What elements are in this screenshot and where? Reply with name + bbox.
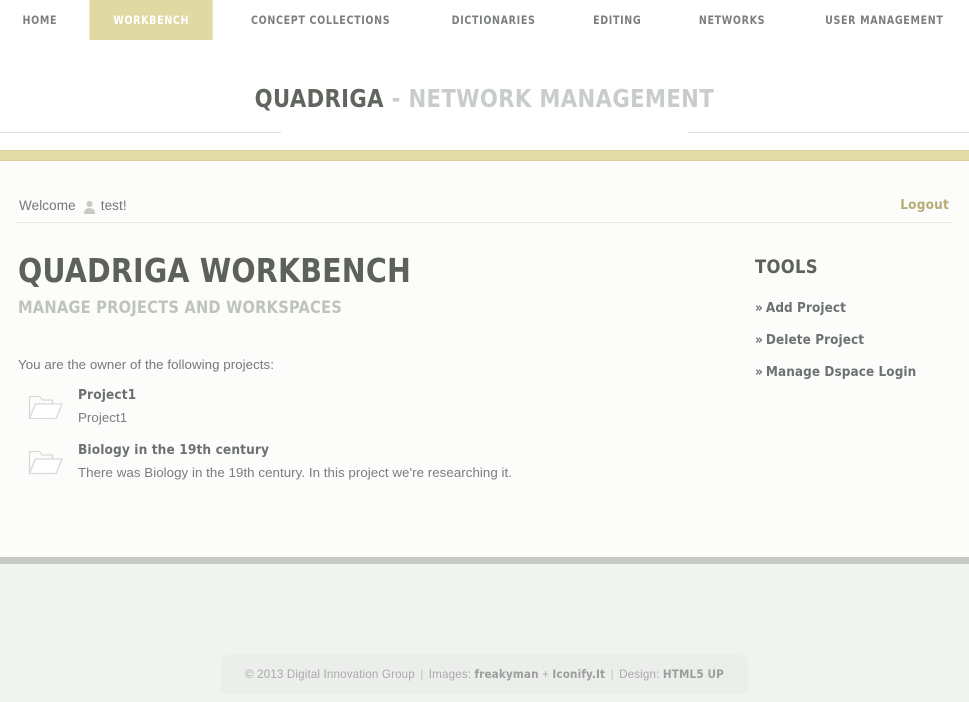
- tool-label: Add Project: [766, 301, 846, 316]
- owner-projects-label: You are the owner of the following proje…: [18, 357, 717, 372]
- page-subtitle: MANAGE PROJECTS AND WORKSPACES: [18, 298, 689, 318]
- list-item[interactable]: Project1 Project1: [18, 386, 717, 425]
- folder-icon: [27, 390, 65, 422]
- content-columns: QUADRIGA WORKBENCH MANAGE PROJECTS AND W…: [17, 223, 953, 496]
- footer-copyright: © 2013 Digital Innovation Group: [245, 668, 415, 681]
- footer-credits: © 2013 Digital Innovation Group | Images…: [221, 655, 748, 694]
- header-rule-left: [0, 132, 281, 133]
- chevron-right-icon: »: [755, 301, 763, 316]
- accent-bar: [0, 150, 969, 161]
- footer-credit-plus: +: [542, 668, 549, 681]
- nav-item-label: USER MANAGEMENT: [825, 13, 943, 27]
- tools-heading: TOOLS: [755, 256, 945, 278]
- site-title-secondary: - NETWORK MANAGEMENT: [392, 84, 714, 113]
- nav-item-label: WORKBENCH: [114, 13, 190, 27]
- delete-project-link[interactable]: »Delete Project: [755, 333, 864, 348]
- footer-design-label: Design:: [619, 668, 659, 681]
- nav-item-label: HOME: [22, 13, 57, 27]
- chevron-right-icon: »: [755, 333, 763, 348]
- main-column: QUADRIGA WORKBENCH MANAGE PROJECTS AND W…: [17, 254, 717, 496]
- footer-credit-html5up[interactable]: HTML5 UP: [663, 667, 724, 681]
- welcome-label: Welcome: [19, 198, 76, 213]
- header-rule-right: [688, 132, 969, 133]
- project-description: There was Biology in the 19th century. I…: [78, 465, 512, 480]
- project-text: Project1 Project1: [78, 386, 136, 425]
- primary-navigation: HOME WORKBENCH CONCEPT COLLECTIONS DICTI…: [0, 0, 969, 40]
- footer-credit-freakyman[interactable]: freakyman: [474, 667, 538, 681]
- list-item[interactable]: Biology in the 19th century There was Bi…: [18, 441, 717, 480]
- add-project-link[interactable]: »Add Project: [755, 301, 846, 316]
- project-name-link[interactable]: Project1: [78, 387, 136, 403]
- page-body: Welcome test! Logout QUADRIGA WORKBENCH …: [0, 161, 969, 557]
- tool-label: Delete Project: [766, 333, 864, 348]
- project-name-link[interactable]: Biology in the 19th century: [78, 442, 512, 458]
- tools-sidebar: TOOLS »Add Project »Delete Project »Mana…: [717, 254, 953, 496]
- manage-dspace-login-link[interactable]: »Manage Dspace Login: [755, 365, 916, 380]
- welcome-message: Welcome test!: [19, 198, 127, 213]
- tools-list-item: »Delete Project: [755, 331, 953, 349]
- folder-icon: [27, 445, 65, 477]
- nav-item-home[interactable]: HOME: [0, 0, 81, 40]
- site-header: QUADRIGA - NETWORK MANAGEMENT: [0, 40, 969, 150]
- project-text: Biology in the 19th century There was Bi…: [78, 441, 512, 480]
- welcome-bar: Welcome test! Logout: [17, 161, 953, 223]
- content-wrapper: Welcome test! Logout QUADRIGA WORKBENCH …: [16, 161, 953, 496]
- tools-list-item: »Add Project: [755, 299, 953, 317]
- page-title: QUADRIGA WORKBENCH: [18, 254, 689, 289]
- nav-item-networks[interactable]: NETWORKS: [675, 0, 789, 40]
- project-description: Project1: [78, 410, 136, 425]
- tool-label: Manage Dspace Login: [766, 365, 916, 380]
- user-name: test!: [101, 198, 127, 213]
- tools-list: »Add Project »Delete Project »Manage Dsp…: [755, 299, 953, 381]
- nav-item-label: NETWORKS: [699, 13, 765, 27]
- nav-item-label: EDITING: [593, 13, 641, 27]
- nav-item-label: DICTIONARIES: [452, 13, 536, 27]
- site-title: QUADRIGA - NETWORK MANAGEMENT: [255, 84, 714, 113]
- project-list: Project1 Project1 Biology in the: [18, 386, 717, 480]
- logout-link[interactable]: Logout: [900, 197, 951, 213]
- page-footer: © 2013 Digital Innovation Group | Images…: [0, 564, 969, 702]
- nav-item-workbench[interactable]: WORKBENCH: [90, 0, 214, 40]
- nav-item-concept-collections[interactable]: CONCEPT COLLECTIONS: [227, 0, 414, 40]
- site-title-primary: QUADRIGA: [255, 84, 384, 113]
- footer-separator: |: [418, 668, 425, 681]
- nav-item-list: HOME WORKBENCH CONCEPT COLLECTIONS DICTI…: [0, 0, 969, 40]
- footer-images-label: Images:: [429, 668, 471, 681]
- footer-separator: |: [609, 668, 616, 681]
- nav-item-user-management[interactable]: USER MANAGEMENT: [801, 0, 967, 40]
- chevron-right-icon: »: [755, 365, 763, 380]
- user-icon: [83, 200, 96, 214]
- nav-item-dictionaries[interactable]: DICTIONARIES: [428, 0, 560, 40]
- nav-item-editing[interactable]: EDITING: [569, 0, 665, 40]
- footer-credit-iconify[interactable]: Iconify.It: [552, 667, 605, 681]
- nav-item-label: CONCEPT COLLECTIONS: [251, 13, 390, 27]
- footer-divider: [0, 557, 969, 564]
- tools-list-item: »Manage Dspace Login: [755, 363, 953, 381]
